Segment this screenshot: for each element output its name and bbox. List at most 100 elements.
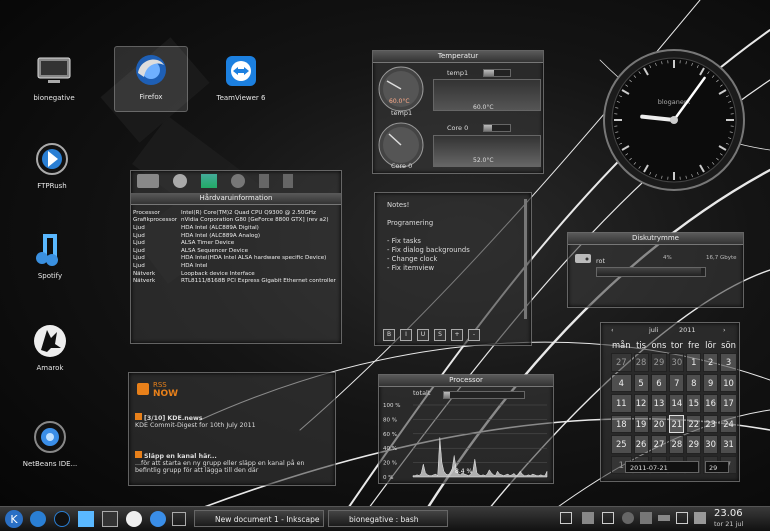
kde-menu-icon[interactable]: K [4, 509, 24, 529]
desktop-icon-ftprush[interactable]: FTPRush [16, 140, 88, 190]
calendar-day[interactable]: 19 [634, 415, 649, 434]
temperature-widget[interactable]: Temperatur 60.0°C temp1 temp1 60.0°C Cor… [372, 50, 544, 174]
tray-volume-icon[interactable] [694, 512, 706, 524]
gear-icon[interactable] [231, 174, 245, 188]
calendar-day[interactable]: 18 [611, 415, 632, 434]
notes-widget[interactable]: Notes! Programering - Fix tasks- Fix dia… [374, 192, 532, 346]
calendar-date-field[interactable]: 2011-07-21 [625, 461, 699, 473]
calendar-day[interactable]: 30 [669, 353, 684, 372]
calendar-day[interactable]: 28 [669, 435, 684, 454]
notes-format-button[interactable]: I [400, 329, 412, 341]
calendar-day[interactable]: 5 [634, 374, 649, 393]
disk-space-widget[interactable]: Diskutrymme rot 4% 16,7 Gbyte [567, 232, 744, 308]
launcher-firefox-icon[interactable] [30, 511, 46, 527]
calendar-day[interactable]: 24 [720, 415, 737, 434]
desktop-icon-bionegative[interactable]: bionegative [18, 52, 90, 102]
calendar-day[interactable]: 15 [686, 394, 701, 413]
network-icon[interactable] [201, 174, 217, 188]
hardware-info-widget[interactable]: Hårdvaruinformation ProcessorIntel(R) Co… [130, 170, 342, 344]
calendar-day[interactable]: 27 [611, 353, 632, 372]
calendar-day[interactable]: 16 [703, 394, 718, 413]
launcher-ftprush-icon[interactable] [54, 511, 70, 527]
calendar-day[interactable]: 2 [703, 353, 718, 372]
desktop-icon-spotify[interactable]: Spotify [14, 230, 86, 280]
notes-format-button[interactable]: + [451, 329, 463, 341]
tray-battery-icon[interactable] [676, 512, 688, 524]
task-bash[interactable]: bionegative : bash [328, 510, 448, 527]
calendar-day[interactable]: 7 [669, 374, 684, 393]
launcher-terminal-icon[interactable] [102, 511, 118, 527]
hardware-row: ProcessorIntel(R) Core(TM)2 Quad CPU Q93… [131, 209, 338, 217]
calendar-day[interactable]: 10 [720, 374, 737, 393]
tray-screenshot-icon[interactable] [560, 512, 572, 524]
desktop-icon-amarok[interactable]: Amarok [14, 322, 86, 372]
calendar-day[interactable]: 8 [686, 374, 701, 393]
calendar-day[interactable]: 26 [634, 435, 649, 454]
processor-y-tick: 0 % [383, 475, 393, 481]
calendar-month[interactable]: juli [649, 326, 659, 334]
rss-item[interactable]: [3/10] KDE.news KDE Commit-Digest for 10… [135, 413, 329, 429]
calendar-day[interactable]: 31 [720, 435, 737, 454]
notes-scrollbar[interactable] [524, 199, 527, 319]
launcher-netbeans-icon[interactable] [150, 511, 166, 527]
next-month-icon[interactable]: › [723, 326, 726, 334]
calendar-day[interactable]: 25 [611, 435, 632, 454]
taskbar-clock-date[interactable]: tor 21 jul [714, 520, 743, 528]
note-item[interactable]: - Change clock [387, 255, 470, 264]
calendar-day[interactable]: 13 [651, 394, 668, 413]
calendar-widget[interactable]: ‹ juli 2011 › måntisonstorfrelörsön27282… [600, 322, 740, 482]
disk-mount: rot [596, 257, 605, 265]
launcher-amarok-icon[interactable] [126, 511, 142, 527]
calendar-day[interactable]: 28 [634, 353, 649, 372]
calendar-day[interactable]: 9 [703, 374, 718, 393]
calendar-day[interactable]: 14 [669, 394, 684, 413]
clock-icon[interactable] [173, 174, 187, 188]
rss-widget[interactable]: RSS NOW [3/10] KDE.news KDE Commit-Diges… [128, 372, 336, 486]
calendar-year[interactable]: 2011 [679, 326, 696, 334]
notes-format-button[interactable]: - [468, 329, 480, 341]
task-inkscape[interactable]: New document 1 - Inkscape [194, 510, 324, 527]
harddisk-icon[interactable] [137, 174, 159, 188]
chip-icon[interactable] [259, 174, 269, 188]
calendar-day[interactable]: 29 [651, 353, 668, 372]
tray-music-icon[interactable] [640, 512, 652, 524]
calendar-day[interactable]: 22 [686, 415, 701, 434]
desktop-icon-firefox[interactable]: Firefox [114, 46, 188, 112]
notes-format-button[interactable]: U [417, 329, 429, 341]
calendar-day-today[interactable]: 21 [669, 415, 684, 434]
note-item[interactable]: - Fix tasks [387, 237, 470, 246]
notes-format-button[interactable]: B [383, 329, 395, 341]
taskbar-clock-time[interactable]: 23.06 [714, 508, 743, 519]
calendar-day[interactable]: 1 [686, 353, 701, 372]
calendar-day[interactable]: 29 [686, 435, 701, 454]
calendar-day[interactable]: 6 [651, 374, 668, 393]
calendar-day[interactable]: 20 [651, 415, 668, 434]
tray-mail-icon[interactable] [602, 512, 614, 524]
tray-usb-icon[interactable] [658, 515, 670, 521]
calendar-day[interactable]: 12 [634, 394, 649, 413]
rss-item[interactable]: Släpp en kanal här... ...för att starta … [135, 451, 329, 474]
calendar-day[interactable]: 30 [703, 435, 718, 454]
launcher-spotify-icon[interactable] [78, 511, 94, 527]
prev-month-icon[interactable]: ‹ [611, 326, 614, 334]
note-item[interactable]: - Fix dialog backgrounds [387, 246, 470, 255]
hardware-value: ALSA Sequencer Device [179, 247, 338, 255]
show-desktop-icon[interactable] [172, 512, 186, 526]
tray-archive-icon[interactable] [582, 512, 594, 524]
calendar-day[interactable]: 3 [720, 353, 737, 372]
hardware-title: Hårdvaruinformation [131, 193, 341, 205]
analog-clock[interactable]: bloganerx [602, 48, 746, 192]
tray-network-icon[interactable] [622, 512, 634, 524]
desktop-icon-teamviewer[interactable]: TeamViewer 6 [205, 52, 277, 102]
memory-icon[interactable] [283, 174, 293, 188]
processor-widget[interactable]: Processor totalt 100 %80 %60 %40 %20 %0 … [378, 374, 554, 484]
note-item[interactable]: - Fix itemview [387, 264, 470, 273]
calendar-day[interactable]: 11 [611, 394, 632, 413]
calendar-day[interactable]: 4 [611, 374, 632, 393]
calendar-day[interactable]: 17 [720, 394, 737, 413]
notes-format-button[interactable]: S [434, 329, 446, 341]
desktop-icon-netbeans[interactable]: NetBeans IDE... [14, 418, 86, 468]
calendar-day[interactable]: 27 [651, 435, 668, 454]
calendar-day[interactable]: 23 [703, 415, 718, 434]
calendar-week-field[interactable]: 29 [705, 461, 729, 473]
